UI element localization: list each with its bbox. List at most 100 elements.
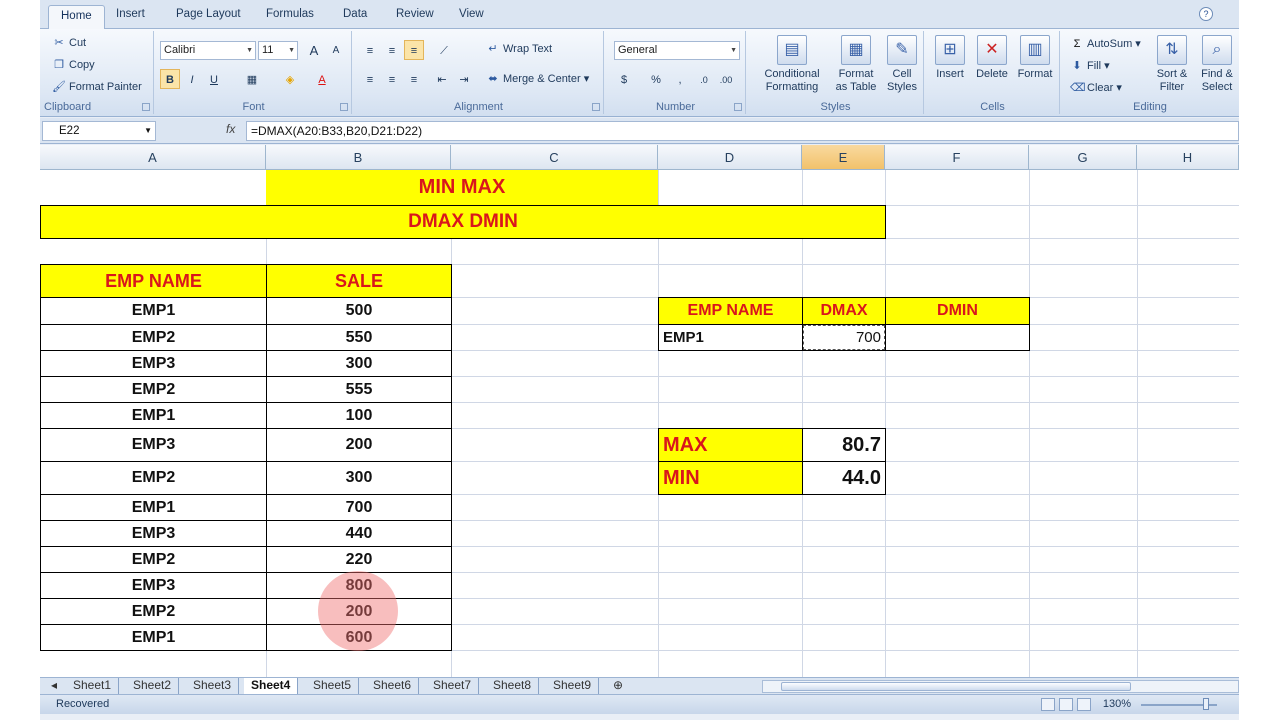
- page-break-view-icon[interactable]: [1077, 698, 1091, 711]
- normal-view-icon[interactable]: [1041, 698, 1055, 711]
- align-top-icon[interactable]: ≡: [360, 40, 380, 60]
- sheet-tab[interactable]: Sheet2: [126, 678, 180, 694]
- scroll-thumb[interactable]: [781, 682, 1131, 691]
- insert-sheet-icon[interactable]: ⊕: [606, 678, 630, 694]
- tab-insert[interactable]: Insert: [116, 8, 145, 20]
- column-header-f[interactable]: F: [885, 145, 1029, 170]
- sale-cell[interactable]: 220: [266, 546, 452, 573]
- emp-name-cell[interactable]: EMP3: [40, 520, 267, 547]
- horizontal-scrollbar[interactable]: [762, 680, 1239, 693]
- sale-cell[interactable]: 300: [266, 461, 452, 495]
- sale-cell[interactable]: 300: [266, 350, 452, 377]
- format-painter-button[interactable]: 🖌 Format Painter: [52, 81, 142, 93]
- font-size-select[interactable]: 11 ▼: [258, 41, 298, 60]
- autosum-button[interactable]: Σ AutoSum ▾: [1070, 37, 1141, 50]
- conditional-formatting-button[interactable]: ▤ Conditional Formatting: [752, 35, 832, 94]
- column-header-c[interactable]: C: [451, 145, 658, 170]
- emp-name-cell[interactable]: EMP2: [40, 324, 267, 351]
- emp-name-cell[interactable]: EMP1: [40, 402, 267, 429]
- cell-styles-button[interactable]: ✎ Cell Styles: [880, 35, 924, 94]
- copy-button[interactable]: ❐ Copy: [52, 59, 95, 71]
- page-layout-view-icon[interactable]: [1059, 698, 1073, 711]
- sale-cell[interactable]: 550: [266, 324, 452, 351]
- sale-cell[interactable]: 500: [266, 297, 452, 325]
- clipboard-launcher-icon[interactable]: [142, 103, 150, 111]
- emp-name-cell[interactable]: EMP3: [40, 572, 267, 599]
- column-header-b[interactable]: B: [266, 145, 451, 170]
- column-header-d[interactable]: D: [658, 145, 802, 170]
- currency-button[interactable]: $: [614, 69, 634, 89]
- sheet-tab[interactable]: Sheet3: [186, 678, 240, 694]
- min-value-cell[interactable]: 44.0: [802, 461, 886, 495]
- first-sheet-nav-icon[interactable]: ◂: [44, 678, 64, 694]
- sheet-tab[interactable]: Sheet9: [546, 678, 600, 694]
- borders-icon[interactable]: ▦: [242, 69, 262, 89]
- shrink-font-button[interactable]: A: [326, 40, 346, 60]
- fill-color-icon[interactable]: ◈: [280, 69, 300, 89]
- formula-input[interactable]: =DMAX(A20:B33,B20,D21:D22): [246, 121, 1239, 141]
- cut-button[interactable]: ✂ Cut: [52, 37, 86, 49]
- criteria-emp-name-cell[interactable]: EMP1: [658, 324, 803, 351]
- tab-view[interactable]: View: [459, 8, 484, 20]
- insert-cells-button[interactable]: ⊞ Insert: [930, 35, 970, 81]
- format-cells-button[interactable]: ▥ Format: [1014, 35, 1056, 81]
- help-icon[interactable]: ?: [1199, 7, 1213, 21]
- name-box[interactable]: E22 ▼: [42, 121, 156, 141]
- column-header-g[interactable]: G: [1029, 145, 1137, 170]
- align-right-icon[interactable]: ≡: [404, 69, 424, 89]
- emp-name-cell[interactable]: EMP2: [40, 546, 267, 573]
- fill-button[interactable]: ⬇ Fill ▾: [1070, 59, 1109, 72]
- emp-name-cell[interactable]: EMP3: [40, 350, 267, 377]
- column-header-a[interactable]: A: [40, 145, 266, 170]
- tab-home[interactable]: Home: [48, 5, 105, 30]
- sale-cell[interactable]: 555: [266, 376, 452, 403]
- sheet-tab[interactable]: Sheet1: [66, 678, 120, 694]
- number-launcher-icon[interactable]: [734, 103, 742, 111]
- worksheet-grid[interactable]: A B C D E F G H MIN MAX DMAX DMIN EMP NA…: [40, 145, 1239, 677]
- column-header-h[interactable]: H: [1137, 145, 1239, 170]
- bold-button[interactable]: B: [160, 69, 180, 89]
- format-as-table-button[interactable]: ▦ Format as Table: [828, 35, 884, 94]
- column-header-e[interactable]: E: [802, 145, 885, 170]
- sale-cell[interactable]: 100: [266, 402, 452, 429]
- fx-icon[interactable]: fx: [226, 122, 235, 136]
- tab-review[interactable]: Review: [396, 8, 434, 20]
- sheet-tab[interactable]: Sheet6: [366, 678, 420, 694]
- align-middle-icon[interactable]: ≡: [382, 40, 402, 60]
- sale-cell[interactable]: 700: [266, 494, 452, 521]
- sheet-tab[interactable]: Sheet7: [426, 678, 480, 694]
- sheet-tab-active[interactable]: Sheet4: [244, 678, 299, 694]
- decrease-decimal-icon[interactable]: .00: [716, 69, 736, 89]
- font-name-select[interactable]: Calibri ▼: [160, 41, 256, 60]
- tab-data[interactable]: Data: [343, 8, 367, 20]
- align-left-icon[interactable]: ≡: [360, 69, 380, 89]
- emp-name-cell[interactable]: EMP1: [40, 624, 267, 651]
- clear-button[interactable]: ⌫Clear ▾: [1070, 81, 1122, 94]
- number-format-select[interactable]: General ▼: [614, 41, 740, 60]
- sale-cell[interactable]: 440: [266, 520, 452, 547]
- delete-cells-button[interactable]: ✕ Delete: [972, 35, 1012, 81]
- italic-button[interactable]: I: [182, 69, 202, 89]
- emp-name-cell[interactable]: EMP2: [40, 461, 267, 495]
- zoom-level[interactable]: 130%: [1103, 698, 1131, 710]
- emp-name-cell[interactable]: EMP3: [40, 428, 267, 462]
- zoom-slider-handle[interactable]: [1203, 698, 1209, 710]
- alignment-launcher-icon[interactable]: [592, 103, 600, 111]
- tab-formulas[interactable]: Formulas: [266, 8, 314, 20]
- underline-button[interactable]: U: [204, 69, 224, 89]
- sale-cell[interactable]: 200: [266, 428, 452, 462]
- grow-font-button[interactable]: A: [304, 40, 324, 60]
- increase-indent-icon[interactable]: ⇥: [454, 69, 474, 89]
- emp-name-cell[interactable]: EMP1: [40, 297, 267, 325]
- sheet-tab[interactable]: Sheet8: [486, 678, 540, 694]
- align-center-icon[interactable]: ≡: [382, 69, 402, 89]
- wrap-text-button[interactable]: ↵ Wrap Text: [486, 43, 552, 55]
- sort-filter-button[interactable]: ⇅ Sort & Filter: [1150, 35, 1194, 94]
- tab-page-layout[interactable]: Page Layout: [176, 8, 241, 20]
- emp-name-cell[interactable]: EMP2: [40, 376, 267, 403]
- percent-button[interactable]: %: [646, 69, 666, 89]
- dmin-result-cell[interactable]: [885, 324, 1030, 351]
- emp-name-cell[interactable]: EMP2: [40, 598, 267, 625]
- decrease-indent-icon[interactable]: ⇤: [432, 69, 452, 89]
- font-launcher-icon[interactable]: [340, 103, 348, 111]
